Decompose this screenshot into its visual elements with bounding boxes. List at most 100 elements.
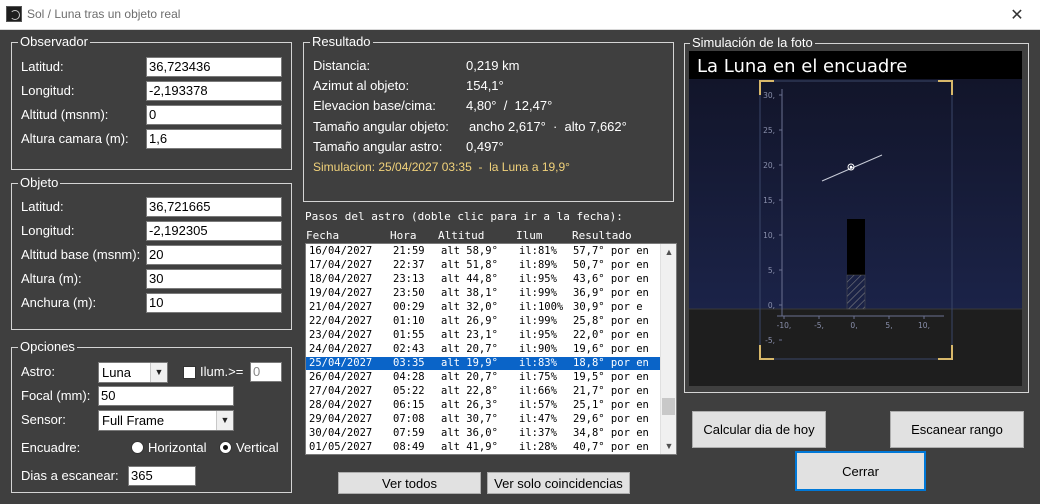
- obs-lat-input[interactable]: 36,723436: [146, 57, 282, 77]
- list-item[interactable]: 30/04/2027 07:59 alt 36,0° il:37% 34,8° por …: [306, 427, 662, 440]
- list-cell: il:99%: [519, 315, 557, 327]
- list-item[interactable]: 29/04/2027 07:08 alt 30,7° il:47% 29,6° por …: [306, 413, 662, 426]
- sensor-select[interactable]: Full Frame ▼: [98, 410, 234, 431]
- list-cell: 00:29: [393, 301, 425, 313]
- ver-coincidencias-button[interactable]: Ver solo coincidencias: [487, 472, 630, 494]
- col-fecha-header: Fecha: [306, 229, 340, 242]
- list-item[interactable]: 16/04/2027 21:59 alt 58,9° il:81% 57,7° por …: [306, 245, 662, 258]
- close-icon[interactable]: ✕: [994, 0, 1040, 30]
- list-cell: 18/04/2027: [309, 273, 373, 285]
- sensor-select-value: Full Frame: [102, 413, 165, 428]
- resultado-legend: Resultado: [310, 34, 373, 49]
- obj-altbase-input[interactable]: 20: [146, 245, 282, 265]
- encuadre-label: Encuadre:: [21, 440, 81, 455]
- tam-astro-value: 0,497°: [466, 139, 504, 154]
- list-cell: 03:35: [393, 357, 425, 369]
- vertical-radio[interactable]: [219, 441, 232, 454]
- list-cell: alt 22,8°: [441, 385, 498, 397]
- scroll-up-icon[interactable]: ▲: [661, 244, 676, 260]
- list-cell: 02:43: [393, 343, 425, 355]
- title-bar: Sol / Luna tras un objeto real ✕: [0, 0, 1040, 30]
- list-cell: alt 38,1°: [441, 287, 498, 299]
- y-tick-label: 15,: [763, 196, 775, 205]
- list-cell: il:57%: [519, 399, 557, 411]
- x-tick-label: 5,: [885, 321, 892, 330]
- object-silhouette: [847, 219, 865, 275]
- list-cell: il:89%: [519, 259, 557, 271]
- list-item[interactable]: 17/04/2027 22:37 alt 51,8° il:89% 50,7° por …: [306, 259, 662, 272]
- list-cell: 24/04/2027: [309, 343, 373, 355]
- list-item[interactable]: 01/05/2027 08:49 alt 41,9° il:28% 40,7° por …: [306, 441, 662, 454]
- obs-cam-input[interactable]: 1,6: [146, 129, 282, 149]
- list-item[interactable]: 24/04/2027 02:43 alt 20,7° il:90% 19,6° por …: [306, 343, 662, 356]
- scroll-down-icon[interactable]: ▼: [661, 438, 676, 454]
- ver-todos-button[interactable]: Ver todos: [338, 472, 481, 494]
- list-item[interactable]: 18/04/2027 23:13 alt 44,8° il:95% 43,6° por …: [306, 273, 662, 286]
- list-item[interactable]: 23/04/2027 01:55 alt 23,1° il:95% 22,0° por …: [306, 329, 662, 342]
- x-tick-label: 0,: [850, 321, 857, 330]
- list-cell: 28/04/2027: [309, 399, 373, 411]
- calcular-button[interactable]: Calcular dia de hoy: [692, 411, 826, 448]
- ilum-input[interactable]: 0: [250, 362, 282, 382]
- vertical-label[interactable]: Vertical: [236, 440, 279, 455]
- list-cell: il:47%: [519, 413, 557, 425]
- pasos-listbox[interactable]: 16/04/2027 21:59 alt 58,9° il:81% 57,7° por …: [305, 243, 677, 455]
- focal-input[interactable]: 50: [98, 386, 234, 406]
- dias-input[interactable]: 365: [128, 466, 196, 486]
- obj-anchura-input[interactable]: 10: [146, 293, 282, 313]
- pasos-scrollbar[interactable]: ▲ ▼: [660, 244, 676, 454]
- scroll-thumb[interactable]: [662, 398, 675, 415]
- obj-lat-input[interactable]: 36,721665: [146, 197, 282, 217]
- astro-select[interactable]: Luna ▼: [98, 362, 168, 383]
- horizontal-label[interactable]: Horizontal: [148, 440, 207, 455]
- list-item[interactable]: 26/04/2027 04:28 alt 20,7° il:75% 19,5° por …: [306, 371, 662, 384]
- list-cell: 21/04/2027: [309, 301, 373, 313]
- escanear-button[interactable]: Escanear rango: [890, 411, 1024, 448]
- list-cell: 19,5° por en: [573, 371, 649, 383]
- list-item[interactable]: 27/04/2027 05:22 alt 22,8° il:66% 21,7° por …: [306, 385, 662, 398]
- list-cell: 25,8° por en: [573, 315, 649, 327]
- app-icon: [6, 6, 22, 22]
- moon-dot: [849, 165, 853, 169]
- list-item[interactable]: 25/04/2027 03:35 alt 19,9° il:83% 18,8° por …: [306, 357, 662, 370]
- cerrar-button[interactable]: Cerrar: [795, 451, 926, 491]
- dias-label: Dias a escanear:: [21, 468, 119, 483]
- y-tick-label: 10,: [763, 231, 775, 240]
- list-cell: 29,6° por en: [573, 413, 649, 425]
- list-cell: 06:15: [393, 399, 425, 411]
- list-cell: alt 23,1°: [441, 329, 498, 341]
- obs-alt-input[interactable]: 0: [146, 105, 282, 125]
- ilum-checkbox[interactable]: [183, 366, 196, 379]
- obj-altura-input[interactable]: 30: [146, 269, 282, 289]
- list-cell: alt 36,0°: [441, 427, 498, 439]
- y-tick-label: -5,: [765, 336, 775, 345]
- obs-alt-label: Altitud (msnm):: [21, 107, 109, 122]
- list-cell: 30/04/2027: [309, 427, 373, 439]
- opciones-legend: Opciones: [18, 339, 77, 354]
- list-item[interactable]: 21/04/2027 00:29 alt 32,0° il:100% 30,9° por…: [306, 301, 662, 314]
- list-item[interactable]: 19/04/2027 23:50 alt 38,1° il:99% 36,9° por …: [306, 287, 662, 300]
- list-item[interactable]: 22/04/2027 01:10 alt 26,9° il:99% 25,8° por …: [306, 315, 662, 328]
- list-cell: 07:59: [393, 427, 425, 439]
- list-cell: 21,7° por en: [573, 385, 649, 397]
- horizontal-radio[interactable]: [131, 441, 144, 454]
- obj-lon-input[interactable]: -2,192305: [146, 221, 282, 241]
- list-cell: il:75%: [519, 371, 557, 383]
- list-item[interactable]: 28/04/2027 06:15 alt 26,3° il:57% 25,1° por …: [306, 399, 662, 412]
- col-hora-header: Hora: [390, 229, 417, 242]
- list-cell: 04:28: [393, 371, 425, 383]
- list-cell: 19/04/2027: [309, 287, 373, 299]
- obs-lon-label: Longitud:: [21, 83, 75, 98]
- obs-lat-label: Latitud:: [21, 59, 64, 74]
- distancia-value: 0,219 km: [466, 58, 520, 73]
- list-cell: alt 19,9°: [441, 357, 498, 369]
- obj-altura-label: Altura (m):: [21, 271, 82, 286]
- list-cell: 36,9° por en: [573, 287, 649, 299]
- tam-obj-label: Tamaño angular objeto:: [313, 119, 449, 134]
- list-cell: alt 41,9°: [441, 441, 498, 453]
- obs-lon-input[interactable]: -2,193378: [146, 81, 282, 101]
- list-cell: alt 44,8°: [441, 273, 498, 285]
- list-cell: il:83%: [519, 357, 557, 369]
- tam-obj-value: ancho 2,617° · alto 7,662°: [469, 119, 627, 134]
- obj-lon-label: Longitud:: [21, 223, 75, 238]
